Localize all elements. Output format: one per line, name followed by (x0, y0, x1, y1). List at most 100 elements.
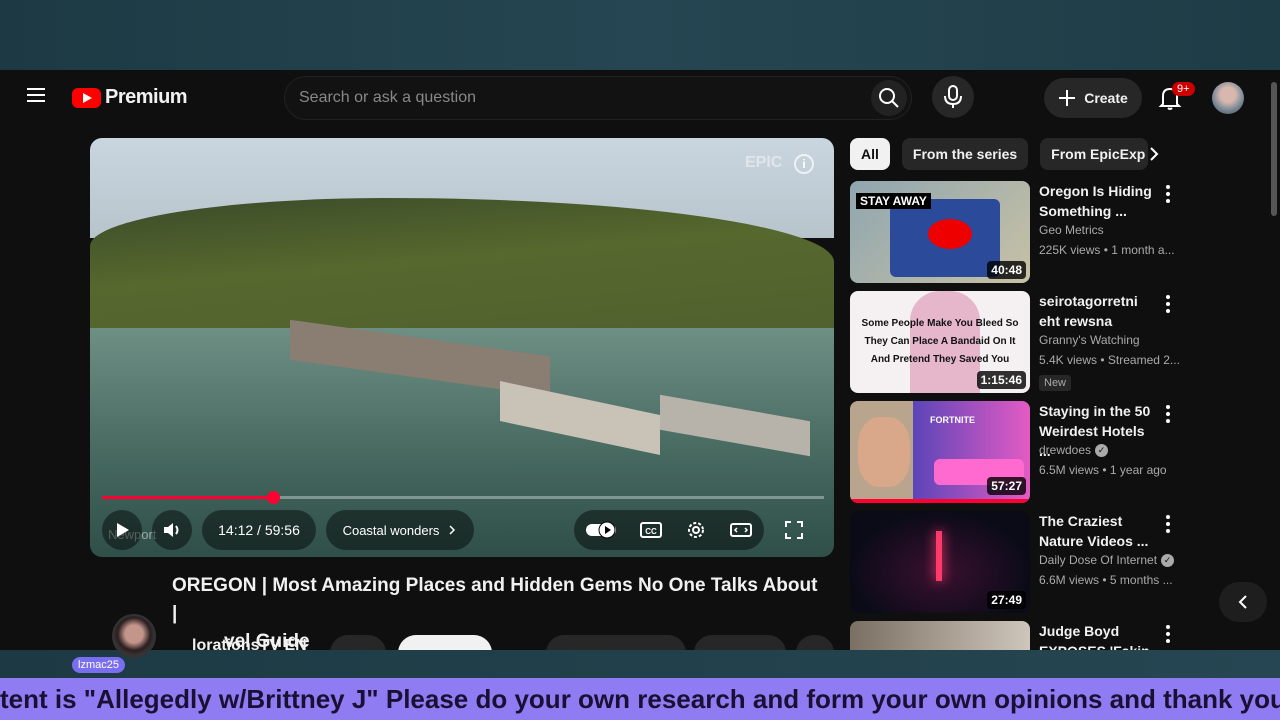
join-button[interactable] (398, 635, 492, 650)
notifications-button[interactable]: 9+ (1152, 80, 1195, 116)
volume-button[interactable] (152, 510, 192, 550)
video-thumbnail[interactable]: 27:49 (850, 511, 1030, 613)
chip-from-channel[interactable]: From EpicExp (1040, 138, 1149, 170)
youtube-play-icon (72, 87, 101, 108)
search-input[interactable] (299, 85, 859, 111)
more-options-icon[interactable] (1164, 405, 1172, 425)
play-button[interactable] (102, 510, 142, 550)
player-right-controls: CC (574, 510, 764, 550)
like-button[interactable] (546, 635, 686, 650)
new-badge: New (1039, 375, 1072, 391)
video-thumbnail[interactable]: FORTNITE 57:27 (850, 401, 1030, 503)
recommendation-channel[interactable]: Daily Dose Of Internet ✓ (1039, 553, 1175, 567)
voice-search-button[interactable] (932, 76, 974, 118)
ticker-text: tent is "Allegedly w/Brittney J" Please … (0, 684, 1280, 714)
thumb-caption: FORTNITE (930, 415, 975, 425)
channel-text: Daily Dose Of Internet (1039, 553, 1158, 567)
chapter-title: Coastal wonders (342, 522, 440, 538)
duration-badge: 27:49 (987, 591, 1026, 609)
settings-gear-icon[interactable] (685, 519, 707, 541)
microphone-icon (944, 85, 962, 108)
verified-check-icon: ✓ (1161, 553, 1175, 567)
youtube-premium-logo[interactable]: Premium (72, 86, 188, 109)
recommendation-item[interactable]: STAY AWAY 40:48 Oregon Is Hiding Somethi… (850, 181, 1190, 283)
thumb-red-blob (928, 219, 972, 249)
video-title-line1: OREGON | Most Amazing Places and Hidden … (172, 575, 818, 624)
chip-all[interactable]: All (850, 138, 890, 170)
time-text: 14:12 / 59:56 (218, 522, 300, 538)
progress-bar[interactable] (102, 491, 824, 504)
recommendation-item[interactable]: FORTNITE 57:27 Staying in the 50 Weirdes… (850, 401, 1190, 503)
masthead: Premium Create 9+ (0, 70, 1268, 126)
channel-text: Geo Metrics (1039, 223, 1104, 237)
stream-top-banner (0, 0, 1280, 70)
chips-next-button[interactable] (1140, 140, 1168, 168)
streamer-avatar (112, 614, 156, 658)
more-options-icon[interactable] (1164, 625, 1172, 645)
recommendation-meta: 6.5M views • 1 year ago (1039, 463, 1167, 477)
volume-icon (164, 523, 179, 537)
recommendation-item[interactable]: Judge Boyd EXPOSES 'Fakin (850, 621, 1190, 650)
recommendation-channel[interactable]: Geo Metrics (1039, 223, 1104, 237)
video-thumbnail[interactable]: STAY AWAY 40:48 (850, 181, 1030, 283)
fullscreen-icon (785, 521, 803, 539)
streamer-overlay: lzmac25 (72, 600, 196, 676)
video-player[interactable]: EPIC i Newport 14:12 / 59:56 Coastal won… (90, 138, 834, 557)
more-options-icon[interactable] (1164, 185, 1172, 205)
thumb-caption: Some People Make You Bleed So They Can P… (861, 318, 1019, 365)
recommendation-title[interactable]: seirotagorretni eht rewsna (1039, 291, 1159, 331)
channel-name[interactable]: lorationsTV EN (192, 637, 307, 650)
logo-text: Premium (105, 86, 188, 108)
account-avatar[interactable] (1212, 82, 1244, 114)
chip-from-the-series[interactable]: From the series (901, 138, 1029, 170)
hamburger-menu-icon[interactable] (22, 84, 50, 112)
theater-mode-icon[interactable] (729, 520, 753, 540)
thumb-lightning (936, 531, 942, 581)
search-icon (879, 88, 899, 108)
chevron-left-icon (1238, 595, 1247, 609)
create-label: Create (1084, 90, 1128, 106)
recommendation-channel[interactable]: drewdoes ✓ (1039, 443, 1109, 457)
recommendation-meta: 5.4K views • Streamed 2... (1039, 353, 1179, 367)
recommendation-title[interactable]: Oregon Is Hiding Something ... (1039, 181, 1159, 221)
recommendation-title[interactable]: The Craziest Nature Videos ... (1039, 511, 1159, 551)
recommendation-meta: 6.6M views • 5 months ... (1039, 573, 1173, 587)
fullscreen-button[interactable] (774, 510, 814, 550)
plus-icon (1059, 90, 1076, 106)
collapse-panel-button[interactable] (1219, 582, 1267, 622)
verified-check-icon: ✓ (1095, 443, 1109, 457)
subscribe-bell-button[interactable] (330, 635, 386, 650)
recommendation-item[interactable]: 27:49 The Craziest Nature Videos ... Dai… (850, 511, 1190, 613)
channel-text: Granny's Watching (1039, 333, 1140, 347)
video-thumbnail[interactable] (850, 621, 1030, 650)
share-button[interactable] (694, 635, 786, 650)
chapter-button[interactable]: Coastal wonders (326, 510, 474, 550)
thumb-progress (850, 499, 1030, 503)
recommendation-title[interactable]: Judge Boyd EXPOSES 'Fakin (1039, 621, 1159, 650)
more-options-icon[interactable] (1164, 515, 1172, 535)
more-options-icon[interactable] (1164, 295, 1172, 315)
page-scrollbar[interactable] (1268, 70, 1280, 650)
streamer-name: lzmac25 (72, 657, 125, 673)
channel-text: drewdoes (1039, 443, 1092, 457)
create-button[interactable]: Create (1044, 78, 1142, 118)
captions-icon[interactable]: CC (639, 520, 663, 540)
thumb-face (858, 417, 910, 487)
channel-watermark: EPIC (745, 154, 783, 171)
svg-text:CC: CC (645, 527, 657, 536)
recommendation-channel[interactable]: Granny's Watching (1039, 333, 1140, 347)
recommendation-item[interactable]: Some People Make You Bleed So They Can P… (850, 291, 1190, 393)
search-button[interactable] (871, 80, 907, 116)
chevron-right-icon (1150, 147, 1159, 161)
autoplay-toggle-icon[interactable] (585, 521, 617, 539)
search-box (284, 76, 912, 120)
recommendation-meta: 225K views • 1 month a... (1039, 243, 1175, 257)
play-icon (117, 523, 129, 537)
scrollbar-thumb[interactable] (1271, 82, 1277, 216)
info-icon[interactable]: i (794, 154, 814, 174)
time-display: 14:12 / 59:56 (202, 510, 316, 550)
scrolling-ticker: tent is "Allegedly w/Brittney J" Please … (0, 678, 1280, 720)
chevron-right-icon (449, 525, 456, 535)
duration-badge: 1:15:46 (976, 371, 1026, 389)
video-thumbnail[interactable]: Some People Make You Bleed So They Can P… (850, 291, 1030, 393)
